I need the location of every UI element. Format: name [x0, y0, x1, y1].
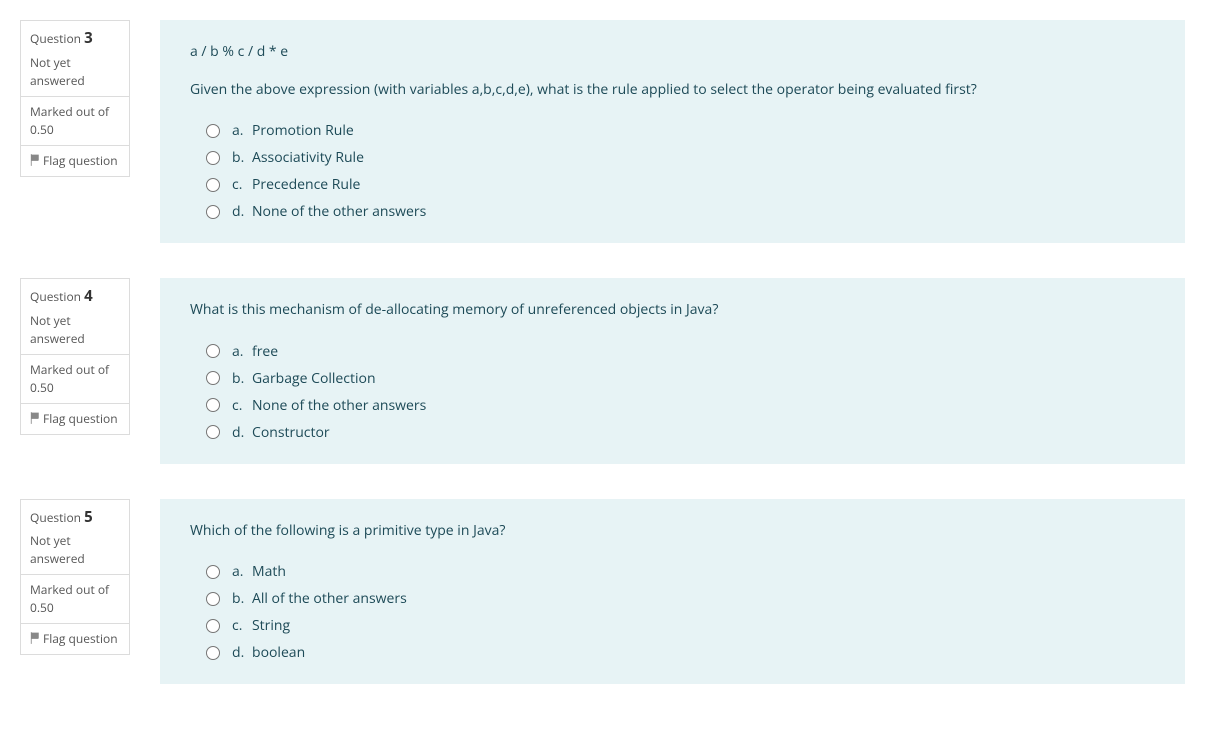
question-header: Question 5 Not yet answered — [20, 499, 130, 576]
question-prompt: Given the above expression (with variabl… — [190, 80, 1155, 100]
answer-letter: c. — [232, 175, 252, 194]
answer-radio[interactable] — [206, 646, 220, 660]
question-block: Question 4 Not yet answered Marked out of … — [20, 278, 1185, 464]
answer-option[interactable]: c.String — [206, 612, 1155, 639]
question-info: Question 4 Not yet answered Marked out of … — [20, 278, 130, 435]
answer-letter: c. — [232, 396, 252, 415]
answer-radio[interactable] — [206, 619, 220, 633]
answer-option[interactable]: a.free — [206, 338, 1155, 365]
answer-text: Constructor — [252, 423, 330, 442]
question-info: Question 3 Not yet answered Marked out of … — [20, 20, 130, 177]
answer-text: Precedence Rule — [252, 175, 360, 194]
flag-question-link[interactable]: Flag question — [20, 146, 130, 177]
answer-radio[interactable] — [206, 344, 220, 358]
answer-radio[interactable] — [206, 592, 220, 606]
answer-radio[interactable] — [206, 371, 220, 385]
question-status: Not yet answered — [30, 312, 120, 348]
answer-letter: d. — [232, 423, 252, 442]
answer-text: All of the other answers — [252, 589, 407, 608]
question-content: What is this mechanism of de-allocating … — [160, 278, 1185, 464]
answer-radio[interactable] — [206, 178, 220, 192]
question-label: Question — [30, 288, 81, 305]
answer-option[interactable]: c.None of the other answers — [206, 392, 1155, 419]
answer-option[interactable]: b.Associativity Rule — [206, 144, 1155, 171]
answer-text: boolean — [252, 643, 305, 662]
answer-list: a.Promotion Ruleb.Associativity Rulec.Pr… — [190, 117, 1155, 225]
question-prompt: What is this mechanism of de-allocating … — [190, 300, 1155, 320]
answer-letter: d. — [232, 643, 252, 662]
flag-question-link[interactable]: Flag question — [20, 624, 130, 655]
question-status: Not yet answered — [30, 532, 120, 568]
answer-list: a.Mathb.All of the other answersc.String… — [190, 558, 1155, 666]
answer-text: Associativity Rule — [252, 148, 364, 167]
flag-icon — [30, 630, 43, 647]
answer-text: free — [252, 342, 278, 361]
answer-text: Garbage Collection — [252, 369, 376, 388]
question-block: Question 5 Not yet answered Marked out of … — [20, 499, 1185, 685]
question-info: Question 5 Not yet answered Marked out of … — [20, 499, 130, 656]
question-content: a / b % c / d * e Given the above express… — [160, 20, 1185, 243]
answer-list: a.freeb.Garbage Collectionc.None of the … — [190, 338, 1155, 446]
answer-option[interactable]: d.Constructor — [206, 419, 1155, 446]
answer-option[interactable]: a.Math — [206, 558, 1155, 585]
answer-letter: a. — [232, 342, 252, 361]
question-label: Question — [30, 509, 81, 526]
question-marks: Marked out of 0.50 — [20, 97, 130, 146]
flag-question-link[interactable]: Flag question — [20, 404, 130, 435]
answer-radio[interactable] — [206, 398, 220, 412]
question-label: Question — [30, 30, 81, 47]
answer-text: Promotion Rule — [252, 121, 354, 140]
answer-option[interactable]: b.Garbage Collection — [206, 365, 1155, 392]
question-header: Question 3 Not yet answered — [20, 20, 130, 97]
flag-icon — [30, 152, 43, 169]
answer-text: Math — [252, 562, 286, 581]
question-marks: Marked out of 0.50 — [20, 355, 130, 404]
answer-text: None of the other answers — [252, 202, 426, 221]
question-number: 4 — [84, 286, 93, 306]
flag-label: Flag question — [43, 410, 118, 427]
answer-option[interactable]: d.boolean — [206, 639, 1155, 666]
question-header: Question 4 Not yet answered — [20, 278, 130, 355]
question-marks: Marked out of 0.50 — [20, 575, 130, 624]
flag-label: Flag question — [43, 630, 118, 647]
question-number: 5 — [84, 507, 93, 527]
answer-option[interactable]: a.Promotion Rule — [206, 117, 1155, 144]
answer-letter: b. — [232, 589, 252, 608]
answer-option[interactable]: b.All of the other answers — [206, 585, 1155, 612]
answer-radio[interactable] — [206, 565, 220, 579]
answer-radio[interactable] — [206, 205, 220, 219]
answer-letter: b. — [232, 369, 252, 388]
answer-text: None of the other answers — [252, 396, 426, 415]
answer-letter: d. — [232, 202, 252, 221]
question-content: Which of the following is a primitive ty… — [160, 499, 1185, 685]
answer-radio[interactable] — [206, 425, 220, 439]
answer-letter: a. — [232, 121, 252, 140]
answer-option[interactable]: c.Precedence Rule — [206, 171, 1155, 198]
answer-letter: b. — [232, 148, 252, 167]
question-status: Not yet answered — [30, 54, 120, 90]
answer-letter: a. — [232, 562, 252, 581]
answer-radio[interactable] — [206, 124, 220, 138]
answer-option[interactable]: d.None of the other answers — [206, 198, 1155, 225]
answer-radio[interactable] — [206, 151, 220, 165]
answer-text: String — [252, 616, 290, 635]
answer-letter: c. — [232, 616, 252, 635]
question-prompt: Which of the following is a primitive ty… — [190, 521, 1155, 541]
flag-icon — [30, 410, 43, 427]
question-block: Question 3 Not yet answered Marked out of … — [20, 20, 1185, 243]
question-number: 3 — [84, 28, 93, 48]
flag-label: Flag question — [43, 152, 118, 169]
question-preamble: a / b % c / d * e — [190, 42, 1155, 62]
